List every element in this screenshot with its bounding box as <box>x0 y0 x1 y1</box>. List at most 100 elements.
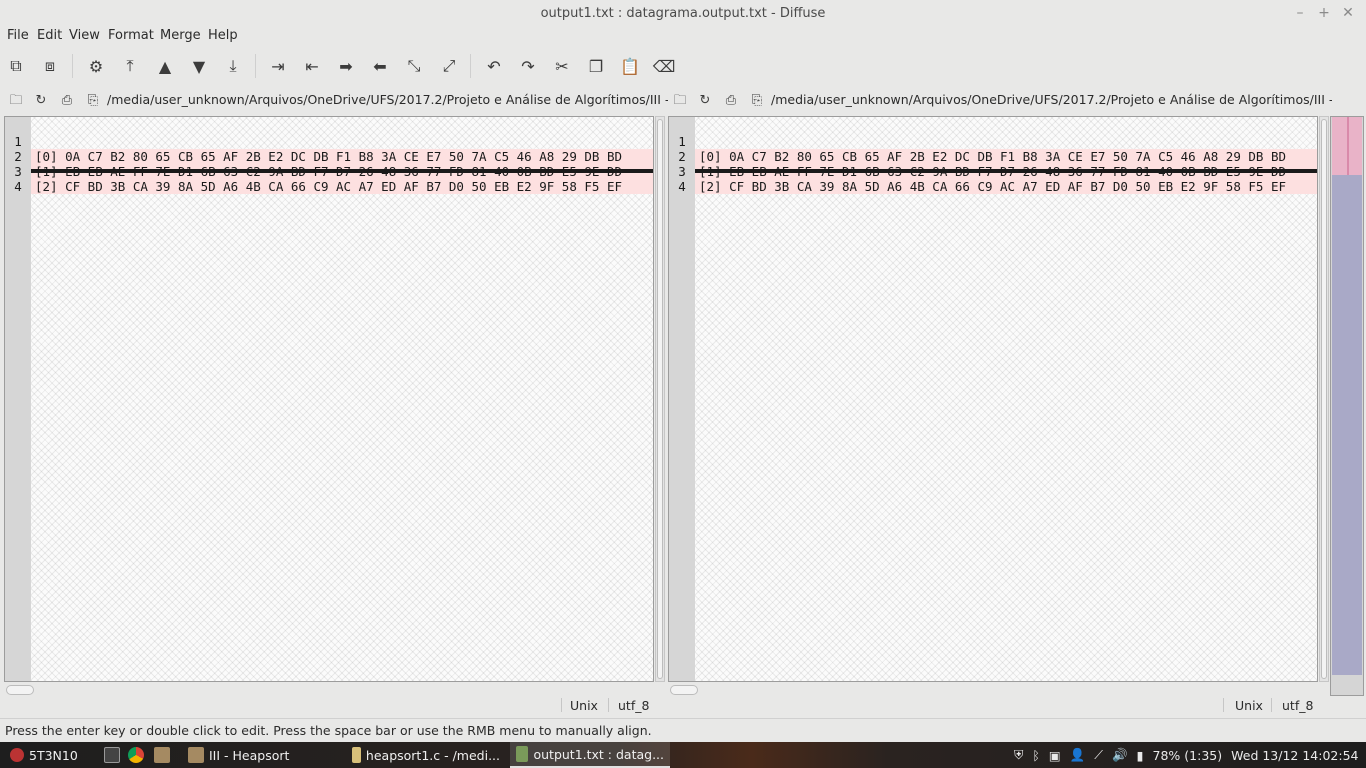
open-file-icon[interactable]: 🗀 <box>671 92 689 110</box>
diff-line[interactable]: 3 [2] CF BD 3B CA 39 8A 5D A6 4B CA 66 C… <box>5 149 653 194</box>
last-change-icon[interactable]: ⤓ <box>221 54 245 78</box>
save-as-icon[interactable]: ⎘ <box>748 92 766 110</box>
preferences-icon[interactable]: ⚙ <box>84 54 108 78</box>
start-menu-button[interactable]: 5T3N10 <box>4 742 84 768</box>
close-icon[interactable]: ✕ <box>1340 5 1356 21</box>
user-icon[interactable]: 👤 <box>1070 747 1086 763</box>
text-editor-icon <box>352 747 361 763</box>
files-launcher[interactable] <box>148 742 176 768</box>
copy-left-icon[interactable]: ⬅ <box>368 54 392 78</box>
merge-left-icon[interactable]: ⇤ <box>300 54 324 78</box>
line-text[interactable] <box>695 169 1317 173</box>
overview-divider <box>1347 117 1349 175</box>
menu-view[interactable]: View <box>69 28 100 43</box>
overview-viewport[interactable] <box>1332 175 1362 675</box>
menu-format[interactable]: Format <box>108 28 154 43</box>
menu-help[interactable]: Help <box>208 28 238 43</box>
left-pane-status: Unix utf_8 <box>4 696 664 714</box>
task-label: heapsort1.c - /medi... <box>365 747 500 763</box>
clock[interactable]: Wed 13/12 14:02:54 <box>1231 748 1358 763</box>
line-text[interactable] <box>31 169 653 173</box>
folder-icon <box>188 747 204 763</box>
left-vertical-scrollbar[interactable] <box>655 116 665 682</box>
diff-line[interactable]: 3 [2] CF BD 3B CA 39 8A 5D A6 4B CA 66 C… <box>669 149 1317 194</box>
window-title: output1.txt : datagrama.output.txt - Dif… <box>540 6 826 21</box>
task-diffuse[interactable]: output1.txt : datag... <box>510 742 670 768</box>
right-horizontal-scrollbar[interactable] <box>668 684 1328 696</box>
scrollbar-thumb[interactable] <box>6 685 34 695</box>
menu-file[interactable]: File <box>7 28 29 43</box>
redo-icon[interactable]: ↷ <box>516 54 540 78</box>
line-text[interactable]: [2] CF BD 3B CA 39 8A 5D A6 4B CA 66 C9 … <box>31 179 653 194</box>
toolbar-separator <box>255 54 256 78</box>
diff-line-current[interactable]: 4 <box>5 164 653 194</box>
terminal-icon <box>104 747 120 763</box>
clipboard-icon[interactable]: ▣ <box>1049 748 1061 763</box>
line-number: 4 <box>669 179 695 194</box>
status-separator <box>1223 698 1224 712</box>
right-pane-header: 🗀 ↻ ⎙ ⎘ /media/user_unknown/Arquivos/One… <box>668 90 1332 112</box>
copy-right-icon[interactable]: ➡ <box>334 54 358 78</box>
toolbar-separator <box>470 54 471 78</box>
compare-icon[interactable]: ⧈ <box>38 54 62 78</box>
maximize-icon[interactable]: + <box>1316 5 1332 21</box>
left-file-path: /media/user_unknown/Arquivos/OneDrive/UF… <box>107 92 668 107</box>
open-file-icon[interactable]: 🗀 <box>7 92 25 110</box>
paste-icon[interactable]: 📋 <box>618 54 642 78</box>
chrome-launcher[interactable] <box>122 742 150 768</box>
menu-edit[interactable]: Edit <box>37 28 62 43</box>
chrome-icon <box>128 747 144 763</box>
line-text[interactable]: [2] CF BD 3B CA 39 8A 5D A6 4B CA 66 C9 … <box>695 179 1317 194</box>
battery-icon[interactable]: ▮ <box>1137 748 1144 763</box>
shield-icon[interactable]: ⛨ <box>1014 747 1023 763</box>
diff-line[interactable]: 1 [0] 0A C7 B2 80 65 CB 65 AF 2B E2 DC D… <box>669 119 1317 164</box>
reload-file-icon[interactable]: ↻ <box>32 92 50 110</box>
minimize-icon[interactable]: – <box>1292 5 1308 21</box>
save-file-icon[interactable]: ⎙ <box>722 92 740 110</box>
right-vertical-scrollbar[interactable] <box>1319 116 1329 682</box>
right-diff-pane[interactable]: 1 [0] 0A C7 B2 80 65 CB 65 AF 2B E2 DC D… <box>668 116 1318 682</box>
menu-bar: File Edit View Format Merge Help <box>0 28 1366 46</box>
bluetooth-icon[interactable]: ᛒ <box>1032 748 1040 763</box>
save-as-icon[interactable]: ⎘ <box>84 92 102 110</box>
system-tray: ⛨ ᛒ ▣ 👤 ⟋ 🔊 ▮ 78% (1:35) Wed 13/12 14:02… <box>1014 742 1364 768</box>
scrollbar-thumb[interactable] <box>1321 119 1327 679</box>
task-file-manager[interactable]: III - Heapsort <box>182 742 342 768</box>
task-text-editor[interactable]: heapsort1.c - /medi... <box>346 742 506 768</box>
status-separator <box>608 698 609 712</box>
empty-area <box>31 117 653 681</box>
previous-change-icon[interactable]: ▲ <box>153 54 177 78</box>
start-label: 5T3N10 <box>29 747 78 763</box>
clear-edits-icon[interactable]: ⌫ <box>652 54 676 78</box>
scrollbar-thumb[interactable] <box>670 685 698 695</box>
task-label: output1.txt : datag... <box>533 746 664 762</box>
menu-merge[interactable]: Merge <box>160 28 201 43</box>
realign-icon[interactable]: ⧉ <box>4 54 28 78</box>
battery-status: 78% (1:35) <box>1152 747 1223 763</box>
reload-file-icon[interactable]: ↻ <box>696 92 714 110</box>
diff-line[interactable]: 2 [1] EB EB AE FF 7E D1 6B 63 C2 9A BD F… <box>669 134 1317 179</box>
next-change-icon[interactable]: ▼ <box>187 54 211 78</box>
left-horizontal-scrollbar[interactable] <box>4 684 664 696</box>
scrollbar-thumb[interactable] <box>657 119 663 679</box>
diff-line[interactable]: 1 [0] 0A C7 B2 80 65 CB 65 AF 2B E2 DC D… <box>5 119 653 164</box>
status-separator <box>1271 698 1272 712</box>
right-pane-status: Unix utf_8 <box>668 696 1328 714</box>
copy-icon[interactable]: ❐ <box>584 54 608 78</box>
volume-icon[interactable]: 🔊 <box>1112 747 1128 763</box>
diff-line[interactable]: 2 [1] EB EB AE FF 7E D1 6B 63 C2 9A BD F… <box>5 134 653 179</box>
diff-overview-map[interactable] <box>1330 116 1364 696</box>
merge-right-icon[interactable]: ⇥ <box>266 54 290 78</box>
diff-line-current[interactable]: 4 <box>669 164 1317 194</box>
right-file-path: /media/user_unknown/Arquivos/OneDrive/UF… <box>771 92 1332 107</box>
merge-right-then-left-icon[interactable]: ⤢ <box>437 54 461 78</box>
merge-left-then-right-icon[interactable]: ⤡ <box>402 54 426 78</box>
first-change-icon[interactable]: ⤒ <box>118 54 142 78</box>
network-icon[interactable]: ⟋ <box>1094 747 1103 763</box>
cut-icon[interactable]: ✂ <box>550 54 574 78</box>
undo-icon[interactable]: ↶ <box>482 54 506 78</box>
status-separator <box>561 698 562 712</box>
left-diff-pane[interactable]: 1 [0] 0A C7 B2 80 65 CB 65 AF 2B E2 DC D… <box>4 116 654 682</box>
save-file-icon[interactable]: ⎙ <box>58 92 76 110</box>
line-ending-label: Unix <box>1235 698 1263 713</box>
